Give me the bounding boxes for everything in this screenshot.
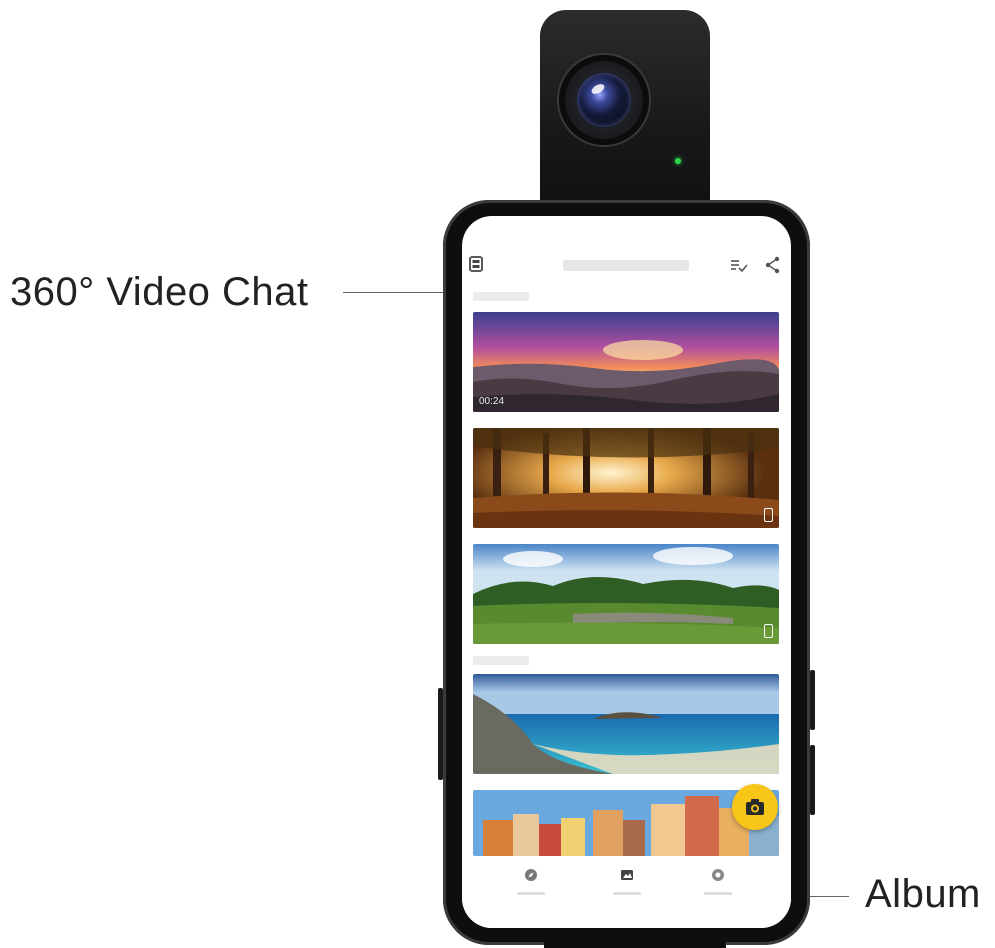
phone-body: 00:24 — [438, 200, 815, 948]
album-item[interactable] — [473, 544, 779, 644]
share-icon[interactable] — [765, 256, 781, 274]
video-chat-icon[interactable] — [469, 256, 483, 272]
album-item[interactable] — [473, 674, 779, 774]
nav-explore[interactable] — [511, 868, 551, 908]
lens-glass — [577, 73, 631, 127]
camera-capture-button[interactable] — [732, 784, 778, 830]
top-bar — [462, 216, 791, 296]
video-duration: 00:24 — [479, 396, 505, 407]
lens-glint — [589, 82, 607, 96]
album-item[interactable] — [473, 428, 779, 528]
nav-label — [613, 892, 641, 895]
album-item[interactable]: 00:24 — [473, 312, 779, 412]
app-screen: 00:24 — [462, 216, 791, 928]
volume-button — [438, 688, 443, 780]
phone-source-icon — [764, 624, 773, 638]
settings-icon — [712, 869, 724, 881]
callout-album: Album — [865, 872, 981, 916]
nav-label — [704, 892, 732, 895]
camera-module — [540, 10, 710, 215]
callout-video-chat: 360° Video Chat — [10, 270, 309, 314]
multi-select-icon[interactable] — [730, 257, 748, 273]
status-led — [675, 158, 681, 164]
nav-album[interactable] — [607, 868, 647, 908]
album-icon — [621, 870, 633, 880]
section-date-label — [473, 656, 529, 665]
page-title-placeholder — [563, 260, 689, 271]
section-date-label — [473, 292, 529, 301]
nav-settings[interactable] — [698, 868, 738, 908]
power-button — [810, 670, 815, 730]
bottom-bezel-notch — [544, 928, 726, 948]
nav-label — [517, 892, 545, 895]
explore-icon — [525, 869, 537, 881]
camera-icon — [746, 799, 764, 815]
phone-source-icon — [764, 508, 773, 522]
camera-lens — [559, 55, 649, 145]
side-button — [810, 745, 815, 815]
bottom-navigation — [462, 856, 791, 928]
